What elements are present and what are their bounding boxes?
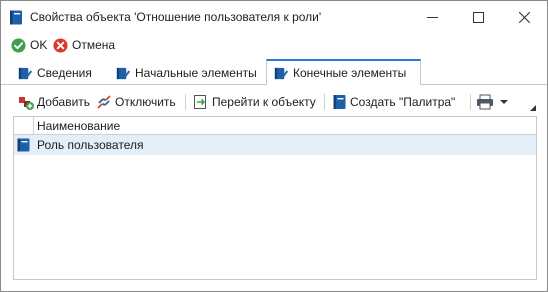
tab-details[interactable]: Сведения xyxy=(11,61,103,85)
ok-label: OK xyxy=(30,38,48,52)
title-bar: Свойства объекта 'Отношение пользователя… xyxy=(1,1,547,33)
tab-label: Сведения xyxy=(37,66,92,80)
add-link-icon xyxy=(19,97,34,110)
cancel-circle-icon xyxy=(53,37,68,53)
create-palette-label: Создать "Палитра" xyxy=(350,95,456,109)
goto-object-button[interactable]: Перейти к объекту xyxy=(193,92,316,112)
book-icon xyxy=(333,95,346,109)
maximize-button[interactable] xyxy=(455,1,501,33)
add-label: Добавить xyxy=(37,95,91,109)
cancel-button[interactable]: Отмена xyxy=(53,37,115,53)
book-pencil-icon xyxy=(18,67,32,79)
tab-start-elements[interactable]: Начальные элементы xyxy=(109,61,259,85)
add-button[interactable]: Добавить xyxy=(18,92,90,112)
cancel-label: Отмена xyxy=(72,38,116,52)
book-icon xyxy=(9,10,23,25)
tab-end-elements[interactable]: Конечные элементы xyxy=(266,59,421,85)
goto-object-icon xyxy=(194,95,206,109)
maximize-icon xyxy=(472,11,484,23)
detach-button[interactable]: Отключить xyxy=(96,92,176,112)
table-row[interactable]: Роль пользователя xyxy=(14,135,536,155)
print-dropdown-button[interactable] xyxy=(476,92,510,112)
create-palette-button[interactable]: Создать "Палитра" xyxy=(332,92,455,112)
toolbar-separator xyxy=(185,94,186,110)
printer-icon xyxy=(477,94,493,110)
toolbar-separator xyxy=(324,94,325,110)
properties-dialog: Свойства объекта 'Отношение пользователя… xyxy=(0,0,548,292)
grid-header: Наименование xyxy=(14,117,536,135)
ok-button[interactable]: OK xyxy=(11,37,47,53)
tab-label: Начальные элементы xyxy=(135,66,257,80)
row-name-cell: Роль пользователя xyxy=(37,138,144,152)
book-pencil-icon xyxy=(274,67,288,79)
tab-strip: Сведения Начальные элементы Конечные эле… xyxy=(1,59,547,85)
toolbar-separator xyxy=(470,94,471,110)
toolbar: Добавить Отключить Перейти к объекту Соз… xyxy=(10,90,538,114)
minimize-button[interactable] xyxy=(409,1,455,33)
unlink-icon xyxy=(97,95,111,109)
chevron-down-icon xyxy=(500,100,508,104)
detach-label: Отключить xyxy=(115,95,176,109)
check-circle-icon xyxy=(11,37,26,53)
column-header-name[interactable]: Наименование xyxy=(37,119,120,133)
book-pencil-icon xyxy=(116,67,130,79)
row-indicator-header xyxy=(14,117,34,134)
close-button[interactable] xyxy=(501,1,547,33)
book-icon xyxy=(17,138,30,155)
elements-grid: Наименование Роль пользователя xyxy=(13,116,537,280)
close-icon xyxy=(518,11,530,23)
window-title: Свойства объекта 'Отношение пользователя… xyxy=(30,10,322,24)
command-row: OK Отмена xyxy=(1,33,547,57)
minimize-icon xyxy=(426,16,438,18)
overflow-arrow-icon[interactable] xyxy=(529,104,537,112)
tab-label: Конечные элементы xyxy=(293,66,407,80)
goto-object-label: Перейти к объекту xyxy=(212,95,316,109)
tab-panel: Добавить Отключить Перейти к объекту Соз… xyxy=(10,86,538,282)
